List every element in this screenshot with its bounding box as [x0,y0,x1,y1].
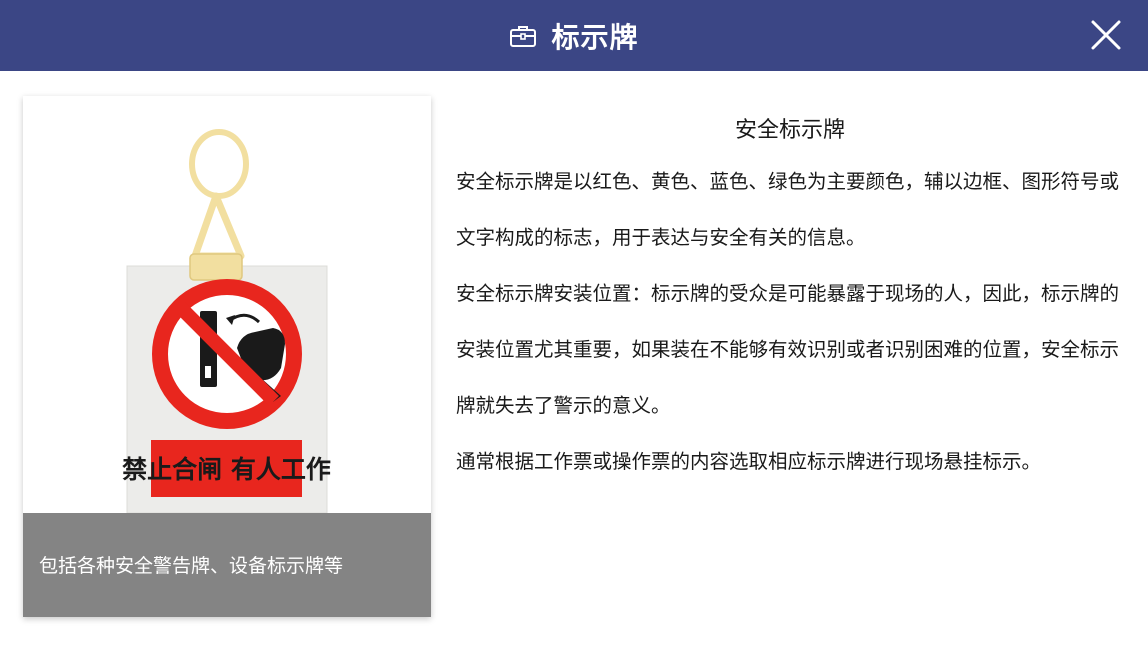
description-paragraph-1: 安全标示牌是以红色、黄色、蓝色、绿色为主要颜色，辅以边框、图形符号或文字构成的标… [456,170,1120,249]
sign-label-text: 禁止合闸 有人工作 [122,455,331,484]
description-paragraph-3: 通常根据工作票或操作票的内容选取相应标示牌进行现场悬挂标示。 [456,450,1042,473]
close-button[interactable] [1090,19,1122,51]
page-title: 标示牌 [551,20,639,54]
description-title: 安全标示牌 [734,118,845,143]
sign-image: 禁止合闸 有人工作 [23,96,431,514]
close-icon [1091,20,1121,50]
description-paragraph-2: 安全标示牌安装位置：标示牌的受众是可能暴露于现场的人，因此，标示牌的安装位置尤其… [456,282,1120,417]
title-group: 标示牌 [0,0,1148,71]
card-caption: 包括各种安全警告牌、设备标示牌等 [23,513,431,617]
title-bar: 标示牌 [0,0,1148,71]
briefcase-icon [509,24,537,48]
product-card: 禁止合闸 有人工作 包括各种安全警告牌、设备标示牌等 [23,96,431,617]
description-panel: 安全标示牌 安全标示牌是以红色、黄色、蓝色、绿色为主要颜色，辅以边框、图形符号或… [456,108,1124,490]
